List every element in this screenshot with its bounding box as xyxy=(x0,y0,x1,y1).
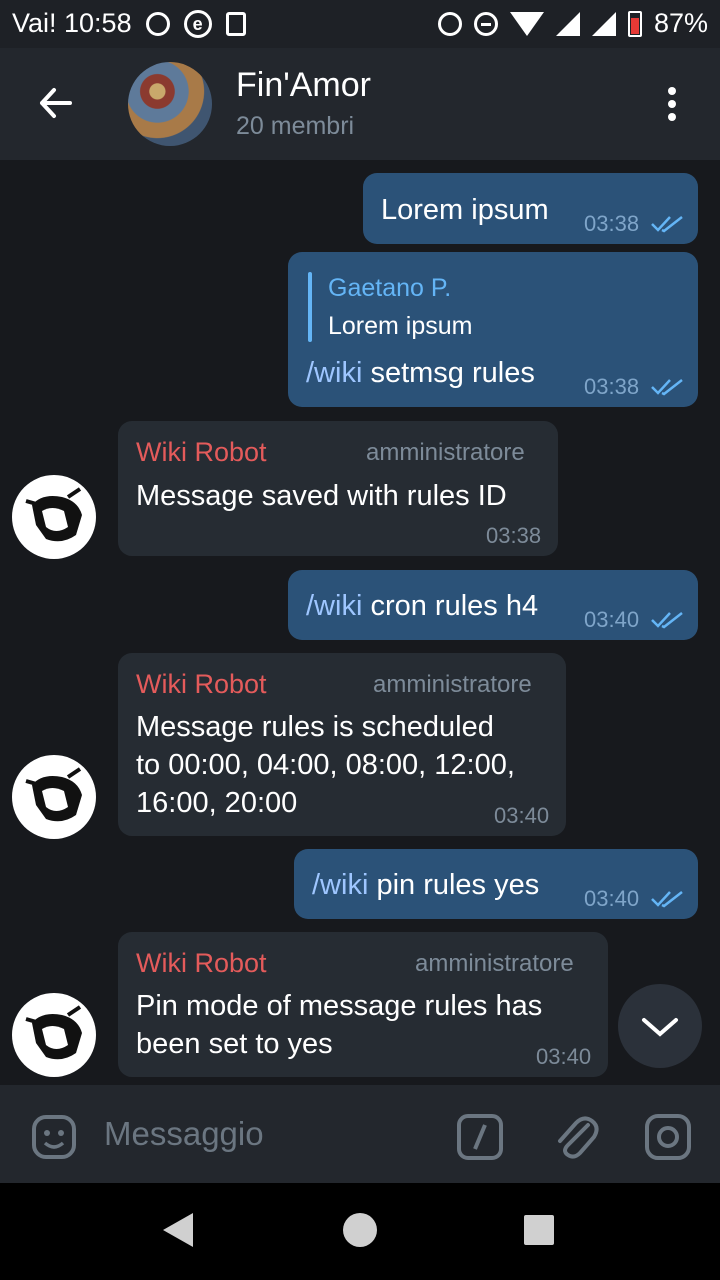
double-check-icon xyxy=(651,216,683,233)
paperclip-icon[interactable] xyxy=(552,1111,600,1161)
admin-badge: amministratore xyxy=(415,950,574,977)
message-input[interactable]: Messaggio xyxy=(104,1115,264,1153)
message-text: /wiki setmsg rules xyxy=(306,354,535,392)
cow-icon xyxy=(25,487,82,542)
e-app-icon: e xyxy=(183,9,212,38)
message-text: Lorem ipsum xyxy=(381,194,549,226)
outgoing-message[interactable]: /wiki cron rules h4 03:40 xyxy=(288,570,698,640)
camera-icon[interactable] xyxy=(644,1113,692,1161)
chevron-down-icon xyxy=(642,1018,678,1037)
admin-badge: amministratore xyxy=(373,671,532,698)
chat-header: Fin'Amor 20 membri xyxy=(0,48,720,160)
reply-text[interactable]: Lorem ipsum xyxy=(328,312,473,341)
status-bar: Vai! 10:58 e 87% xyxy=(0,0,720,48)
message-text: /wiki cron rules h4 xyxy=(306,587,538,625)
incoming-message[interactable]: Wiki Robot amministratore Message saved … xyxy=(118,421,558,556)
arrow-left-icon[interactable] xyxy=(36,78,76,128)
bot-command-link[interactable]: /wiki xyxy=(306,590,362,622)
message-list[interactable]: Lorem ipsum 03:38 Gaetano P. Lorem ipsum… xyxy=(0,160,720,1085)
message-text-line: to 00:00, 04:00, 08:00, 12:00, xyxy=(136,749,515,781)
bot-avatar[interactable] xyxy=(12,475,96,559)
double-check-icon xyxy=(651,612,683,629)
message-time: 03:40 xyxy=(494,803,550,828)
notification-app-icon xyxy=(225,11,246,36)
system-nav-bar xyxy=(0,1183,720,1280)
message-time: 03:40 xyxy=(536,1044,592,1069)
slash-command-icon[interactable] xyxy=(456,1113,504,1161)
message-text-line: been set to yes xyxy=(136,1028,333,1060)
nav-recents-icon[interactable] xyxy=(524,1215,554,1245)
incoming-message[interactable]: Wiki Robot amministratore Message rules … xyxy=(118,653,566,836)
message-text-line: 16:00, 20:00 xyxy=(136,787,298,819)
incoming-message[interactable]: Wiki Robot amministratore Pin mode of me… xyxy=(118,932,608,1077)
chat-title[interactable]: Fin'Amor xyxy=(236,66,371,105)
bot-avatar[interactable] xyxy=(12,993,96,1077)
reply-bar xyxy=(308,272,312,342)
message-text-line: Pin mode of message rules has xyxy=(136,990,543,1022)
nav-home-icon[interactable] xyxy=(343,1213,377,1247)
bot-command-link[interactable]: /wiki xyxy=(306,357,362,389)
message-text: /wiki pin rules yes xyxy=(312,866,539,904)
outgoing-message[interactable]: Gaetano P. Lorem ipsum /wiki setmsg rule… xyxy=(288,252,698,407)
scroll-down-button[interactable] xyxy=(618,984,702,1068)
status-right: 87% xyxy=(434,8,708,39)
bot-command-link[interactable]: /wiki xyxy=(312,869,368,901)
carrier-time: Vai! 10:58 xyxy=(12,8,132,38)
message-time: 03:38 xyxy=(486,523,542,548)
more-vertical-icon[interactable] xyxy=(660,84,684,128)
message-composer: Messaggio xyxy=(0,1085,720,1183)
dnd-icon xyxy=(473,11,498,36)
signal-icon xyxy=(591,11,616,36)
double-check-icon xyxy=(651,379,683,396)
nav-back-icon[interactable] xyxy=(163,1213,193,1247)
sender-name[interactable]: Wiki Robot xyxy=(136,669,267,700)
message-time: 03:38 xyxy=(584,374,640,399)
wifi-icon xyxy=(509,11,544,36)
message-text: Message saved with rules ID xyxy=(136,480,507,512)
message-time: 03:40 xyxy=(584,607,640,632)
message-body: cron rules h4 xyxy=(362,590,539,622)
group-avatar[interactable] xyxy=(128,62,212,146)
message-body: setmsg rules xyxy=(362,357,535,389)
sender-name[interactable]: Wiki Robot xyxy=(136,948,267,979)
sticker-icon[interactable] xyxy=(30,1113,78,1161)
message-body: pin rules yes xyxy=(368,869,540,901)
battery-percent: 87% xyxy=(653,8,708,38)
sender-name[interactable]: Wiki Robot xyxy=(136,437,267,468)
status-left: Vai! 10:58 e xyxy=(12,8,246,39)
cow-icon xyxy=(25,767,82,822)
alarm-icon xyxy=(145,11,170,36)
message-time: 03:38 xyxy=(584,211,640,236)
outgoing-message[interactable]: Lorem ipsum 03:38 xyxy=(363,173,698,244)
bot-avatar[interactable] xyxy=(12,755,96,839)
alarm-icon xyxy=(437,11,462,36)
message-text-line: Message rules is scheduled xyxy=(136,711,494,743)
double-check-icon xyxy=(651,891,683,908)
admin-badge: amministratore xyxy=(366,439,525,466)
cow-icon xyxy=(25,1005,82,1060)
outgoing-message[interactable]: /wiki pin rules yes 03:40 xyxy=(294,849,698,919)
reply-sender[interactable]: Gaetano P. xyxy=(328,274,451,303)
signal-icon xyxy=(555,11,580,36)
member-count: 20 membri xyxy=(236,112,355,140)
battery-icon xyxy=(627,10,642,37)
message-time: 03:40 xyxy=(584,886,640,911)
